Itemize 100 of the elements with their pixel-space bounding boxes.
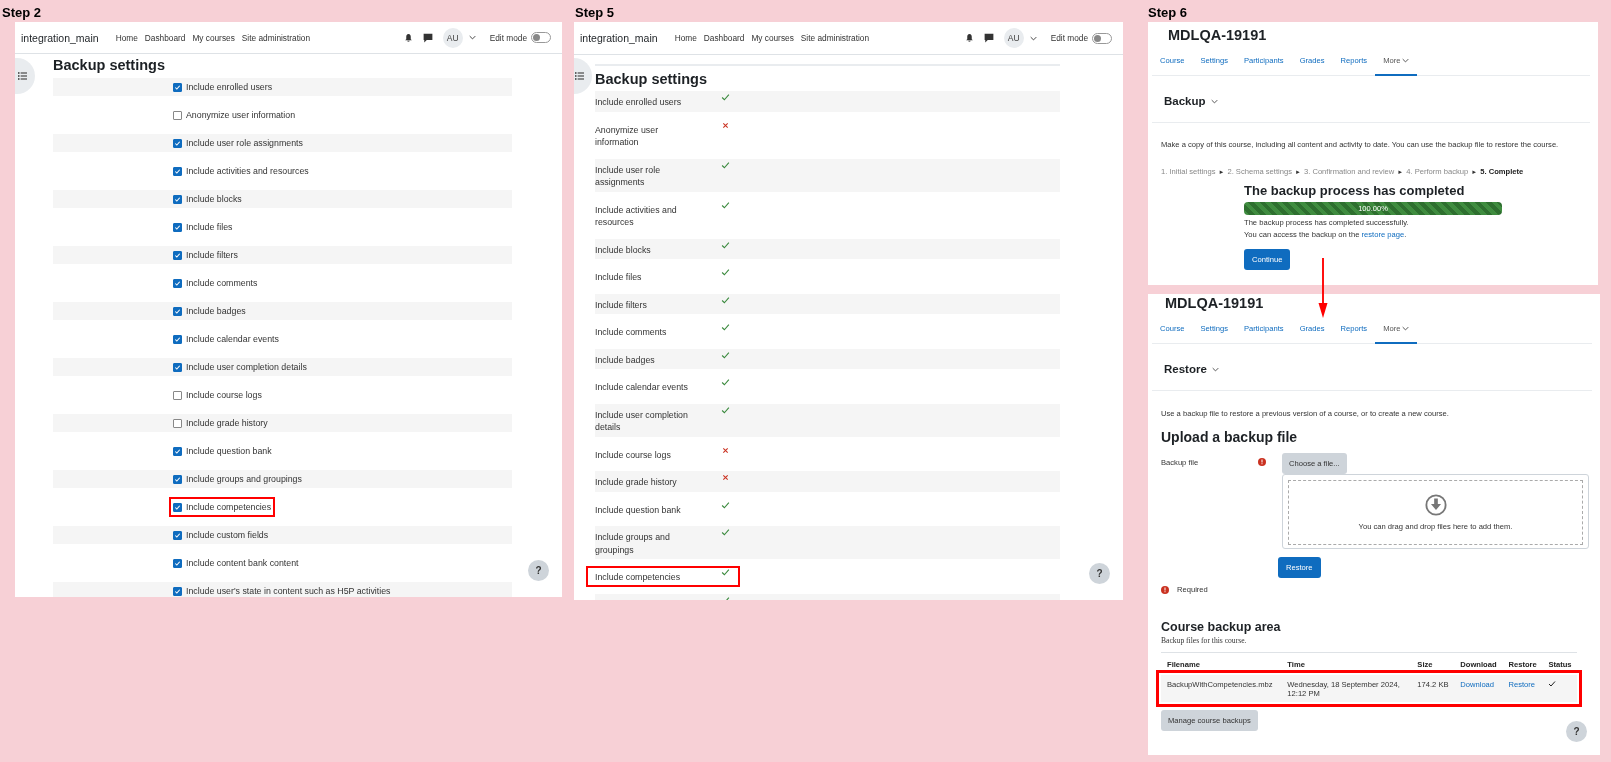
checkbox[interactable] [173, 558, 182, 568]
setting-label: Include enrolled users [186, 82, 273, 92]
checkbox[interactable] [173, 586, 182, 596]
list-icon [18, 72, 27, 80]
setting-label: Include user's state in content such as H5P activities [186, 586, 391, 596]
checkbox[interactable] [173, 166, 182, 176]
user-avatar[interactable]: AU [442, 27, 463, 48]
checkbox[interactable] [173, 110, 182, 120]
caret-icon [1210, 98, 1218, 104]
page-heading: Backup settings [53, 56, 166, 75]
nav-link[interactable]: Dashboard [703, 33, 745, 43]
check-icon [174, 363, 181, 371]
checkbox[interactable] [173, 390, 182, 400]
setting-label: Include groups and groupings [595, 531, 671, 556]
setting-label: Include groups and groupings [186, 474, 302, 484]
caret-icon [468, 35, 476, 40]
setting-label: Include user role assignments [186, 138, 303, 148]
checkbox[interactable] [173, 306, 182, 316]
site-name[interactable]: integration_main [21, 31, 99, 44]
checkbox[interactable] [173, 82, 182, 92]
setting-label: Include activities and resources [595, 203, 678, 229]
section-heading: Upload a backup file [1161, 429, 1299, 445]
checkbox[interactable] [173, 474, 182, 484]
check-icon [174, 531, 181, 539]
setting-label: Include comments [595, 326, 668, 339]
edit-mode-toggle[interactable] [531, 32, 551, 43]
user-avatar[interactable]: AU [1003, 28, 1024, 48]
setting-label: Anonymize user information [186, 110, 296, 120]
check-icon [174, 83, 181, 91]
checkbox[interactable] [173, 278, 182, 288]
arrow [1317, 258, 1329, 318]
check-icon [174, 475, 181, 483]
check-icon [174, 139, 181, 147]
setting-label: Include user role assignments [595, 163, 662, 189]
edit-mode-toggle[interactable] [1092, 32, 1112, 44]
setting-label: Include grade history [595, 476, 678, 489]
check-icon [174, 503, 181, 511]
checkbox[interactable] [173, 502, 182, 512]
setting-label: Include competencies [186, 502, 272, 512]
setting-label: Include badges [186, 306, 246, 316]
setting-label: Include user completion details [595, 408, 689, 434]
nav-link[interactable]: Home [674, 33, 697, 43]
checkbox[interactable] [173, 446, 182, 456]
list-icon [575, 72, 584, 80]
nav-link[interactable]: Home [115, 32, 138, 43]
setting-label: Include grade history [186, 418, 268, 428]
result-heading: The backup process has completed [1244, 183, 1466, 198]
help-button[interactable]: ? [1089, 563, 1110, 584]
step-label: Step 6 [1148, 4, 1188, 22]
setting-label: Include activities and resources [186, 166, 309, 176]
setting-label: Include blocks [186, 194, 242, 204]
setting-label: Anonymize user information [595, 123, 660, 149]
checkbox[interactable] [173, 250, 182, 260]
edit-mode-label: Edit mode [489, 32, 527, 43]
checkbox[interactable] [173, 194, 182, 204]
checkbox[interactable] [173, 334, 182, 344]
setting-label: Include user completion details [186, 362, 307, 372]
page-menu[interactable]: Restore [1164, 363, 1219, 375]
checkbox[interactable] [173, 222, 182, 232]
nav-link[interactable]: Dashboard [144, 32, 186, 43]
check-icon [174, 559, 181, 567]
caret-icon [1402, 58, 1410, 63]
caret-icon [1211, 366, 1219, 372]
setting-label: Include calendar events [595, 381, 689, 394]
caret-icon [1402, 326, 1410, 331]
nav-link[interactable]: Site administration [800, 33, 870, 43]
check-icon [174, 307, 181, 315]
setting-label: Include content bank content [186, 558, 299, 568]
check-icon [174, 335, 181, 343]
setting-label: Include course logs [595, 448, 672, 461]
help-button[interactable]: ? [528, 560, 549, 581]
nav-link[interactable]: My courses [751, 33, 794, 43]
check-icon [174, 251, 181, 259]
setting-label: Include files [186, 222, 233, 232]
checkbox[interactable] [173, 362, 182, 372]
section-heading: Course backup area [1161, 620, 1282, 634]
nav-link[interactable]: Site administration [241, 32, 311, 43]
setting-label: Include filters [186, 250, 238, 260]
page-menu[interactable]: Backup [1164, 95, 1218, 107]
setting-label: Include files [595, 271, 643, 284]
download-icon [1424, 494, 1447, 516]
chat-bubble-icon [422, 32, 433, 43]
checkbox[interactable] [173, 138, 182, 148]
check-icon [174, 223, 181, 231]
site-name[interactable]: integration_main [580, 32, 658, 44]
check-icon [174, 447, 181, 455]
course-title: MDLQA-19191 [1165, 294, 1265, 312]
help-button[interactable]: ? [1566, 721, 1587, 742]
check-icon [174, 195, 181, 203]
setting-label: Include enrolled users [595, 96, 683, 109]
checkbox[interactable] [173, 418, 182, 428]
nav-link[interactable]: My courses [192, 32, 235, 43]
setting-label: Include calendar events [186, 334, 279, 344]
setting-label: Include question bank [595, 503, 682, 516]
setting-label: Include question bank [186, 446, 272, 456]
checkbox[interactable] [173, 530, 182, 540]
chat-bubble-icon [983, 33, 994, 43]
bell-icon [964, 33, 974, 43]
check-icon [174, 279, 181, 287]
caret-icon [1029, 35, 1037, 41]
